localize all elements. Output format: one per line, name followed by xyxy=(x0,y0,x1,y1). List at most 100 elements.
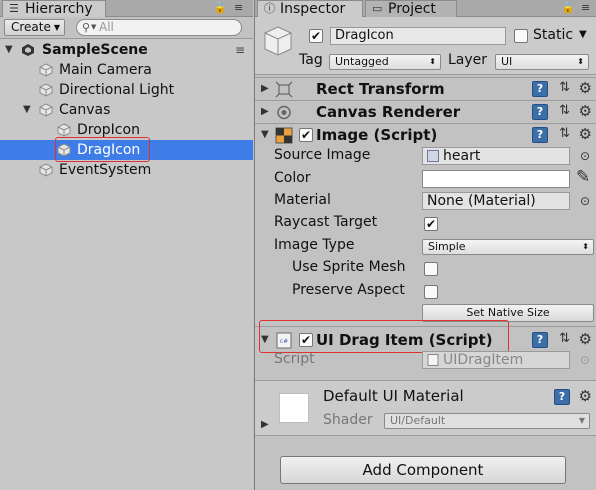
preserve-aspect-checkbox[interactable] xyxy=(424,285,438,299)
eyedropper-icon[interactable]: ✎ xyxy=(576,167,590,187)
tab-inspector-label: Inspector xyxy=(280,1,346,17)
image-type-dropdown[interactable]: Simple ⬍ xyxy=(422,239,594,255)
script-label: Script xyxy=(274,351,315,367)
fold-arrow-icon[interactable]: ▶ xyxy=(261,83,269,94)
use-sprite-mesh-checkbox[interactable] xyxy=(424,262,438,276)
shader-dropdown[interactable]: UI/Default ▼ xyxy=(384,413,590,429)
hierarchy-search-input[interactable]: ⚲ ▼ All xyxy=(76,19,242,36)
hierarchy-toolbar: Create ▼ ⚲ ▼ All xyxy=(0,17,253,39)
scene-row[interactable]: ▼ SampleScene ≡ xyxy=(0,40,253,60)
object-picker-icon[interactable]: ⊙ xyxy=(580,194,590,208)
tag-label: Tag xyxy=(299,52,323,68)
hierarchy-item-eventsystem[interactable]: EventSystem xyxy=(0,160,253,180)
hierarchy-item-label: Main Camera xyxy=(59,62,152,78)
lock-icon[interactable]: 🔒 xyxy=(561,1,575,14)
tab-hierarchy[interactable]: ☰ Hierarchy xyxy=(2,0,106,17)
gameobject-header: ✔ DragIcon Static ▼ Tag Untagged ⬍ Layer… xyxy=(255,17,596,75)
create-button-label: Create xyxy=(11,20,51,34)
layer-dropdown[interactable]: UI ⬍ xyxy=(495,54,589,70)
layer-label: Layer xyxy=(448,52,488,68)
fold-arrow-icon[interactable]: ▼ xyxy=(261,129,269,140)
lock-icon[interactable]: 🔒 xyxy=(213,1,227,14)
hierarchy-item-canvas[interactable]: ▼ Canvas xyxy=(0,100,253,120)
hierarchy-item-main-camera[interactable]: Main Camera xyxy=(0,60,253,80)
image-type-value: Simple xyxy=(428,240,466,253)
tag-dropdown[interactable]: Untagged ⬍ xyxy=(329,54,441,70)
gear-icon[interactable]: ⚙ xyxy=(579,330,592,348)
updown-arrow-icon: ⬍ xyxy=(582,242,589,251)
hierarchy-item-label: EventSystem xyxy=(59,162,152,178)
tab-inspector[interactable]: ⓘ Inspector xyxy=(257,0,363,17)
component-rect-transform[interactable]: ▶ Rect Transform ? ⇅ ⚙ xyxy=(255,77,596,100)
material-section: ▶ Default UI Material Shader UI/Default … xyxy=(255,380,596,436)
component-enabled-checkbox[interactable]: ✔ xyxy=(299,128,313,142)
static-dropdown-icon[interactable]: ▼ xyxy=(579,29,587,40)
component-canvas-renderer[interactable]: ▶ Canvas Renderer ? ⇅ ⚙ xyxy=(255,100,596,123)
raycast-target-checkbox[interactable]: ✔ xyxy=(424,217,438,231)
help-icon[interactable]: ? xyxy=(532,127,548,143)
chevron-down-icon: ▼ xyxy=(53,23,60,32)
material-thumbnail xyxy=(279,393,309,423)
fold-arrow-icon[interactable]: ▶ xyxy=(261,106,269,117)
material-field[interactable]: None (Material) xyxy=(422,192,570,210)
source-image-field[interactable]: heart xyxy=(422,147,570,165)
unity-scene-icon xyxy=(22,44,34,56)
gear-icon[interactable]: ⚙ xyxy=(579,79,592,97)
updown-arrow-icon: ⬍ xyxy=(429,57,436,66)
help-icon[interactable]: ? xyxy=(532,332,548,348)
gear-icon[interactable]: ⚙ xyxy=(579,125,592,143)
use-sprite-mesh-label: Use Sprite Mesh xyxy=(292,259,406,275)
preset-icon[interactable]: ⇅ xyxy=(559,331,570,346)
shader-label: Shader xyxy=(323,412,373,428)
gameobject-cube-icon xyxy=(39,83,53,97)
active-checkbox[interactable]: ✔ xyxy=(309,29,323,43)
object-name-field[interactable]: DragIcon xyxy=(330,27,506,45)
fold-arrow-icon[interactable]: ▼ xyxy=(5,40,13,60)
highlight-box xyxy=(55,137,150,162)
inspector-panel: ⓘ Inspector ▭ Project 🔒 ≡ ✔ DragIcon Sta… xyxy=(254,0,596,490)
raycast-target-label: Raycast Target xyxy=(274,214,378,230)
gear-icon[interactable]: ⚙ xyxy=(579,102,592,120)
preset-icon[interactable]: ⇅ xyxy=(559,80,570,95)
help-icon[interactable]: ? xyxy=(532,81,548,97)
component-title: Rect Transform xyxy=(316,80,445,98)
hierarchy-tab-strip: ☰ Hierarchy 🔒 ≡ xyxy=(0,0,253,17)
tab-project[interactable]: ▭ Project xyxy=(365,0,457,17)
canvas-renderer-icon xyxy=(277,105,291,120)
color-label: Color xyxy=(274,170,311,186)
component-image[interactable]: ▼ ✔ Image (Script) ? ⇅ ⚙ xyxy=(255,123,596,146)
scene-menu-icon[interactable]: ≡ xyxy=(235,40,245,60)
search-placeholder: All xyxy=(99,20,114,34)
create-button[interactable]: Create ▼ xyxy=(4,19,65,36)
material-value: None (Material) xyxy=(427,193,536,209)
tab-project-label: Project xyxy=(388,1,436,17)
highlight-box xyxy=(259,320,509,353)
script-value: UIDragItem xyxy=(443,352,524,368)
hierarchy-item-directional-light[interactable]: Directional Light xyxy=(0,80,253,100)
color-field[interactable] xyxy=(422,170,570,188)
help-icon[interactable]: ? xyxy=(532,104,548,120)
hierarchy-item-label: Canvas xyxy=(59,102,111,118)
panel-menu-icon[interactable]: ≡ xyxy=(581,1,590,14)
info-icon: ⓘ xyxy=(264,2,275,15)
help-icon[interactable]: ? xyxy=(554,389,570,405)
preset-icon[interactable]: ⇅ xyxy=(559,103,570,118)
script-asset-icon xyxy=(427,354,439,366)
fold-arrow-icon[interactable]: ▶ xyxy=(261,419,269,430)
shader-value: UI/Default xyxy=(390,414,446,427)
script-field: UIDragItem xyxy=(422,351,570,369)
fold-arrow-icon[interactable]: ▼ xyxy=(23,100,31,120)
gameobject-cube-icon xyxy=(264,26,292,56)
object-picker-icon[interactable]: ⊙ xyxy=(580,149,590,163)
preset-icon[interactable]: ⇅ xyxy=(559,126,570,141)
static-label: Static xyxy=(533,27,574,43)
gear-icon[interactable]: ⚙ xyxy=(579,387,592,405)
material-label: Material xyxy=(274,192,331,208)
panel-menu-icon[interactable]: ≡ xyxy=(234,1,243,14)
search-filter-dropdown-icon[interactable]: ▼ xyxy=(91,20,96,35)
add-component-button[interactable]: Add Component xyxy=(280,456,566,484)
source-image-label: Source Image xyxy=(274,147,371,163)
static-checkbox[interactable] xyxy=(514,29,528,43)
rect-transform-icon xyxy=(275,81,293,98)
layer-value: UI xyxy=(501,55,513,68)
